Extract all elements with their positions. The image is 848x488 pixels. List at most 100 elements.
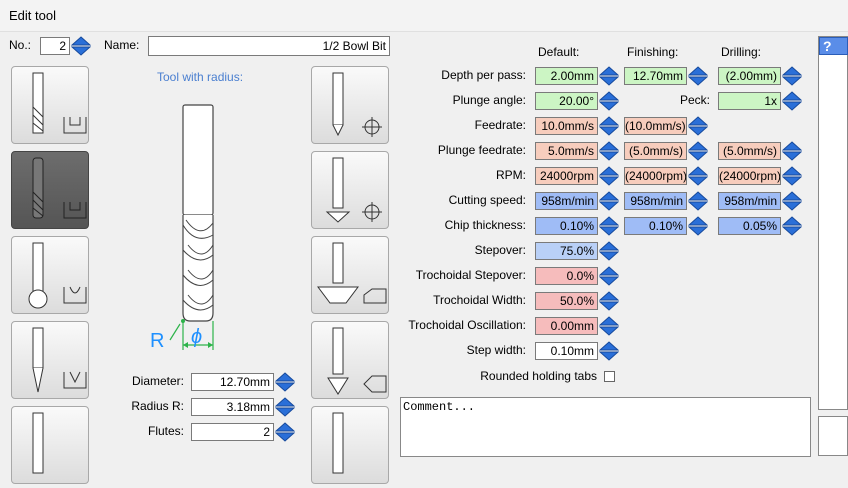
- feedrate-default-spinner[interactable]: [599, 116, 619, 136]
- rpm-drilling-spinner[interactable]: [782, 166, 802, 186]
- cutting-speed-drilling-spinner[interactable]: [782, 191, 802, 211]
- column-drilling: Drilling:: [721, 45, 762, 59]
- tool-type-chamfer[interactable]: [311, 236, 389, 314]
- chip-thickness-default-field[interactable]: 0.10%: [535, 217, 598, 235]
- diameter-field[interactable]: 12.70mm: [191, 373, 274, 391]
- stepover-default-field[interactable]: 75.0%: [535, 242, 598, 260]
- depth-per-pass-label: Depth per pass:: [441, 68, 526, 82]
- cutting-speed-finishing-field[interactable]: 958m/min: [624, 192, 687, 210]
- cutting-speed-drilling-field[interactable]: 958m/min: [718, 192, 781, 210]
- vbit-icon: [327, 327, 387, 395]
- plunge-feedrate-drilling-field[interactable]: (5.0mm/s): [718, 142, 781, 160]
- plunge-feedrate-drilling-spinner[interactable]: [782, 141, 802, 161]
- trochoidal-stepover-default-spinner[interactable]: [599, 266, 619, 286]
- feedrate-finishing-spinner[interactable]: [688, 116, 708, 136]
- cutting-speed-finishing-spinner[interactable]: [688, 191, 708, 211]
- no-label: No.:: [9, 38, 32, 52]
- tool-type-more-left[interactable]: [11, 406, 89, 484]
- column-finishing: Finishing:: [627, 45, 679, 59]
- trochoidal-stepover-label: Trochoidal Stepover:: [415, 268, 526, 282]
- rpm-finishing-field[interactable]: (24000rpm): [624, 167, 687, 185]
- step-width-default-field[interactable]: 0.10mm: [535, 342, 598, 360]
- tool-number-spinner[interactable]: [71, 36, 91, 56]
- stepover-default-spinner[interactable]: [599, 241, 619, 261]
- diameter-label: Diameter:: [131, 374, 184, 388]
- rounded-tabs-checkbox[interactable]: [604, 371, 615, 382]
- trochoidal-oscillation-label: Trochoidal Oscillation:: [408, 318, 526, 332]
- radius-field[interactable]: 3.18mm: [191, 398, 274, 416]
- trochoidal-width-default-field[interactable]: 50.0%: [535, 292, 598, 310]
- tool-type-endmill-radius[interactable]: [11, 151, 89, 229]
- tool-icon: [32, 412, 44, 474]
- plunge-feedrate-label: Plunge feedrate:: [437, 143, 526, 157]
- diameter-spinner[interactable]: [275, 372, 295, 392]
- plunge-feedrate-finishing-field[interactable]: (5.0mm/s): [624, 142, 687, 160]
- diameter-symbol: ϕ: [191, 326, 203, 348]
- chip-thickness-label: Chip thickness:: [444, 218, 526, 232]
- step-width-default-spinner[interactable]: [599, 341, 619, 361]
- radius-spinner[interactable]: [275, 397, 295, 417]
- chip-thickness-finishing-field[interactable]: 0.10%: [624, 217, 687, 235]
- depth-per-pass-default-field[interactable]: 2.00mm: [535, 67, 598, 85]
- step-width-label: Step width:: [466, 343, 526, 357]
- trochoidal-oscillation-default-spinner[interactable]: [599, 316, 619, 336]
- cutting-speed-label: Cutting speed:: [448, 193, 526, 207]
- comment-field[interactable]: Comment...: [400, 397, 811, 457]
- plunge-feedrate-default-spinner[interactable]: [599, 141, 619, 161]
- flutes-field[interactable]: 2: [191, 423, 274, 441]
- plunge-angle-drilling-field[interactable]: 1x: [718, 92, 781, 110]
- chip-thickness-finishing-spinner[interactable]: [688, 216, 708, 236]
- engraver-icon: [32, 327, 87, 393]
- radius-label: Radius R:: [131, 399, 184, 413]
- depth-per-pass-drilling-spinner[interactable]: [782, 66, 802, 86]
- plunge-angle-drilling-spinner[interactable]: [782, 91, 802, 111]
- tool-type-more-right[interactable]: [311, 406, 389, 484]
- feedrate-finishing-field[interactable]: (10.0mm/s): [624, 117, 687, 135]
- ballnose-icon: [28, 242, 87, 309]
- plunge-angle-default-spinner[interactable]: [599, 91, 619, 111]
- rpm-default-spinner[interactable]: [599, 166, 619, 186]
- trochoidal-width-default-spinner[interactable]: [599, 291, 619, 311]
- preview-title: Tool with radius:: [157, 70, 244, 84]
- depth-per-pass-drilling-field[interactable]: (2.00mm): [718, 67, 781, 85]
- chip-thickness-drilling-field[interactable]: 0.05%: [718, 217, 781, 235]
- tool-name-field[interactable]: 1/2 Bowl Bit: [148, 36, 390, 56]
- cutting-speed-default-spinner[interactable]: [599, 191, 619, 211]
- name-label: Name:: [104, 38, 140, 52]
- side-panel: [818, 36, 848, 410]
- trochoidal-stepover-default-field[interactable]: 0.0%: [535, 267, 598, 285]
- tool-type-drill[interactable]: [311, 66, 389, 144]
- window-title: Edit tool: [9, 8, 56, 23]
- feedrate-default-field[interactable]: 10.0mm/s: [535, 117, 598, 135]
- feedrate-label: Feedrate:: [474, 118, 526, 132]
- cutting-speed-default-field[interactable]: 958m/min: [535, 192, 598, 210]
- trochoidal-oscillation-default-field[interactable]: 0.00mm: [535, 317, 598, 335]
- tool-type-vbit[interactable]: [311, 321, 389, 399]
- chip-thickness-default-spinner[interactable]: [599, 216, 619, 236]
- plunge-angle-default-field[interactable]: 20.00°: [535, 92, 598, 110]
- rpm-drilling-field[interactable]: (24000rpm): [718, 167, 781, 185]
- stepover-label: Stepover:: [474, 243, 526, 257]
- plunge-angle-label: Plunge angle:: [452, 93, 526, 107]
- tool-type-endmill-flat[interactable]: [11, 66, 89, 144]
- depth-per-pass-finishing-spinner[interactable]: [688, 66, 708, 86]
- tool-type-spot-drill[interactable]: [311, 151, 389, 229]
- plunge-feedrate-finishing-spinner[interactable]: [688, 141, 708, 161]
- chip-thickness-drilling-spinner[interactable]: [782, 216, 802, 236]
- flutes-label: Flutes:: [147, 424, 184, 438]
- rpm-label: RPM:: [496, 168, 526, 182]
- tool-number-field[interactable]: 2: [40, 37, 70, 55]
- rounded-tabs-label: Rounded holding tabs: [480, 369, 597, 383]
- flat-endmill-icon: [32, 72, 87, 134]
- tool-type-engraver[interactable]: [11, 321, 89, 399]
- tool-type-ballnose[interactable]: [11, 236, 89, 314]
- rpm-finishing-spinner[interactable]: [688, 166, 708, 186]
- plunge-feedrate-default-field[interactable]: 5.0mm/s: [535, 142, 598, 160]
- tool-icon: [332, 412, 344, 474]
- depth-per-pass-finishing-field[interactable]: 12.70mm: [624, 67, 687, 85]
- flutes-spinner[interactable]: [275, 422, 295, 442]
- rpm-default-field[interactable]: 24000rpm: [535, 167, 598, 185]
- column-default: Default:: [538, 45, 580, 59]
- depth-per-pass-default-spinner[interactable]: [599, 66, 619, 86]
- help-button[interactable]: ?: [819, 37, 848, 55]
